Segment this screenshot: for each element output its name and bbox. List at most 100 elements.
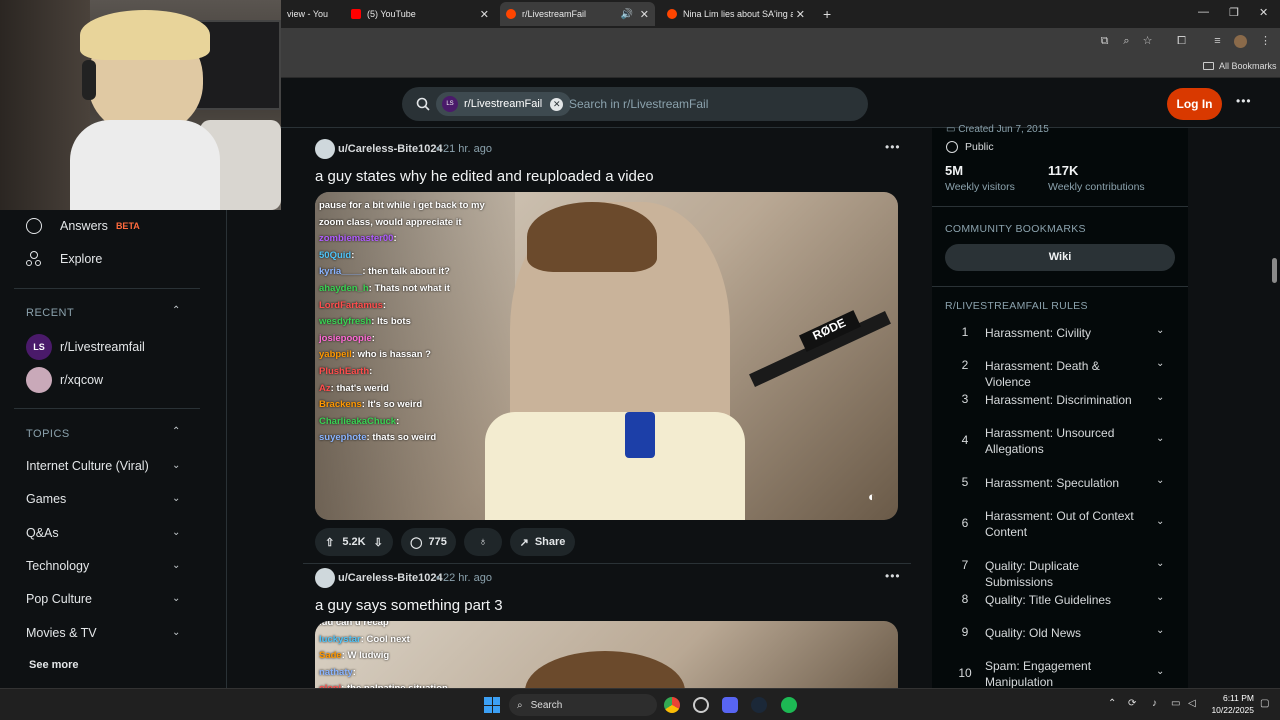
login-button[interactable]: Log In	[1167, 88, 1222, 120]
zoom-icon[interactable]: ⌕	[1120, 35, 1133, 48]
reddit-header: LS r/LivestreamFail ✕ Search in r/Livest…	[281, 78, 1280, 128]
clock[interactable]: 6:11 PM 10/22/2025	[1208, 692, 1254, 716]
community-avatar: LS	[26, 334, 52, 360]
chevron-down-icon[interactable]: ⌄	[172, 593, 180, 604]
post-title[interactable]: a guy states why he edited and reuploade…	[315, 168, 654, 185]
post-options-icon[interactable]: •••	[885, 140, 901, 154]
all-bookmarks[interactable]: All Bookmarks	[1203, 61, 1277, 71]
recent-item-livestreamfail[interactable]: LS r/Livestreamfail	[26, 334, 145, 360]
chat-message: Thats not what it	[374, 282, 450, 294]
chevron-down-icon[interactable]: ⌄	[172, 560, 180, 571]
post-author[interactable]: u/Careless-Bite1024	[338, 572, 443, 584]
topic-item[interactable]: Technology	[26, 559, 89, 573]
steam-icon[interactable]	[751, 697, 767, 713]
author-avatar[interactable]	[315, 568, 335, 588]
chat-username: josiepoopie	[319, 332, 372, 344]
clear-chip-icon[interactable]: ✕	[550, 97, 564, 111]
comments-button[interactable]: ◯ 775	[401, 528, 456, 556]
browser-tab[interactable]: (5) YouTube ✕	[345, 2, 495, 26]
microphone-icon[interactable]: ♪	[1152, 698, 1157, 709]
post-author[interactable]: u/Careless-Bite1024	[338, 143, 443, 155]
chevron-down-icon[interactable]: ⌄	[172, 460, 180, 471]
chat-line: wesdyfresh: Its bots	[319, 316, 411, 328]
community-chip[interactable]: LS r/LivestreamFail ✕	[436, 92, 572, 116]
search-placeholder[interactable]: Search in r/LivestreamFail	[569, 97, 708, 111]
chevron-up-icon[interactable]: ⌃	[172, 305, 180, 316]
contrib-value: 117K	[1048, 163, 1079, 178]
nav-answers[interactable]: Answers BETA	[26, 218, 140, 234]
upvote-icon[interactable]: ⇧	[325, 536, 334, 549]
obs-icon[interactable]	[693, 697, 709, 713]
chevron-down-icon[interactable]: ⌄	[172, 527, 180, 538]
recent-heading[interactable]: RECENT	[26, 307, 74, 319]
post-title[interactable]: a guy says something part 3	[315, 597, 503, 614]
chevron-up-icon[interactable]: ⌃	[172, 426, 180, 437]
share-button[interactable]: ↗ Share	[510, 528, 575, 556]
install-icon[interactable]: ⧉	[1098, 35, 1111, 48]
chat-username: CharlieakaChuck	[319, 415, 397, 427]
scrollbar-thumb[interactable]	[1272, 258, 1277, 283]
browser-menu-icon[interactable]: ⋮	[1259, 35, 1272, 48]
notifications-icon[interactable]: ▢	[1260, 698, 1269, 709]
post-video[interactable]: RØDE pause for a bit while i get back to…	[315, 192, 898, 520]
spotify-icon[interactable]	[781, 697, 797, 713]
bookmark-star-icon[interactable]: ☆	[1141, 35, 1154, 48]
media-control-icon[interactable]: ≡	[1211, 35, 1224, 48]
chrome-icon[interactable]	[664, 697, 680, 713]
profile-avatar[interactable]	[1234, 35, 1247, 48]
topic-item[interactable]: Games	[26, 492, 66, 506]
tray-expand-icon[interactable]: ⌃	[1108, 698, 1116, 709]
browser-tab[interactable]: Nina Lim lies about SA'ing ano ✕	[661, 2, 811, 26]
close-icon[interactable]: ✕	[640, 8, 649, 21]
vote-buttons[interactable]: ⇧ 5.2K ⇩	[315, 528, 393, 556]
post-card[interactable]: u/Careless-Bite1024 • 21 hr. ago ••• a g…	[303, 128, 911, 556]
minimize-icon[interactable]: —	[1198, 6, 1209, 18]
restore-icon[interactable]: ❐	[1229, 6, 1239, 19]
chat-line: suyephote: thats so weird	[319, 432, 437, 444]
wiki-button[interactable]: Wiki	[945, 244, 1175, 271]
more-options-icon[interactable]: •••	[1236, 94, 1252, 108]
close-icon[interactable]: ✕	[480, 8, 489, 21]
topic-label: Internet Culture (Viral)	[26, 459, 149, 473]
topic-item[interactable]: Internet Culture (Viral)	[26, 459, 149, 473]
post-options-icon[interactable]: •••	[885, 569, 901, 583]
chat-message: W ludwig	[347, 650, 390, 662]
downvote-icon[interactable]: ⇩	[374, 536, 383, 549]
post-divider	[303, 563, 911, 564]
mute-icon[interactable]: ◐	[868, 489, 886, 507]
extensions-icon[interactable]: ⧠	[1175, 35, 1188, 48]
chat-line: nathaty:	[319, 666, 356, 678]
contrib-label: Weekly contributions	[1048, 181, 1145, 193]
chevron-down-icon[interactable]: ⌄	[172, 627, 180, 638]
award-button[interactable]: ♁	[464, 528, 502, 556]
browser-tab-active[interactable]: r/LivestreamFail 🔊 ✕	[500, 2, 655, 26]
see-more-link[interactable]: See more	[29, 659, 79, 671]
divider	[932, 206, 1188, 207]
topics-heading[interactable]: TOPICS	[26, 428, 70, 440]
chat-message: It's so weird	[367, 399, 423, 411]
window-close-icon[interactable]: ✕	[1259, 6, 1268, 19]
recent-item-xqcow[interactable]: r/xqcow	[26, 367, 103, 393]
post-card[interactable]: u/Careless-Bite1024 • 22 hr. ago ••• a g…	[303, 568, 911, 701]
chat-line: PlushEarth:	[319, 365, 373, 377]
topic-item[interactable]: Q&As	[26, 526, 59, 540]
nav-explore[interactable]: Explore	[26, 251, 102, 267]
sync-icon[interactable]: ⟳	[1128, 698, 1136, 709]
author-avatar[interactable]	[315, 139, 335, 159]
volume-icon[interactable]: ◁	[1188, 698, 1196, 709]
search-bar[interactable]: LS r/LivestreamFail ✕ Search in r/Livest…	[402, 87, 868, 121]
new-tab-button[interactable]: +	[823, 6, 831, 22]
network-icon[interactable]: ▭	[1171, 698, 1180, 709]
topic-label: Technology	[26, 559, 90, 573]
discord-icon[interactable]	[722, 697, 738, 713]
close-icon[interactable]: ✕	[796, 8, 805, 21]
taskbar-search[interactable]: ⌕ Search	[509, 694, 657, 716]
chevron-down-icon[interactable]: ⌄	[172, 493, 180, 504]
windows-start-icon[interactable]	[484, 697, 500, 713]
audio-icon[interactable]: 🔊	[621, 9, 633, 20]
topic-item[interactable]: Movies & TV	[26, 626, 97, 640]
browser-tab[interactable]: view - You	[281, 2, 341, 26]
visibility: Public	[946, 141, 994, 153]
page-scrollbar[interactable]	[1270, 128, 1280, 688]
topic-item[interactable]: Pop Culture	[26, 592, 92, 606]
